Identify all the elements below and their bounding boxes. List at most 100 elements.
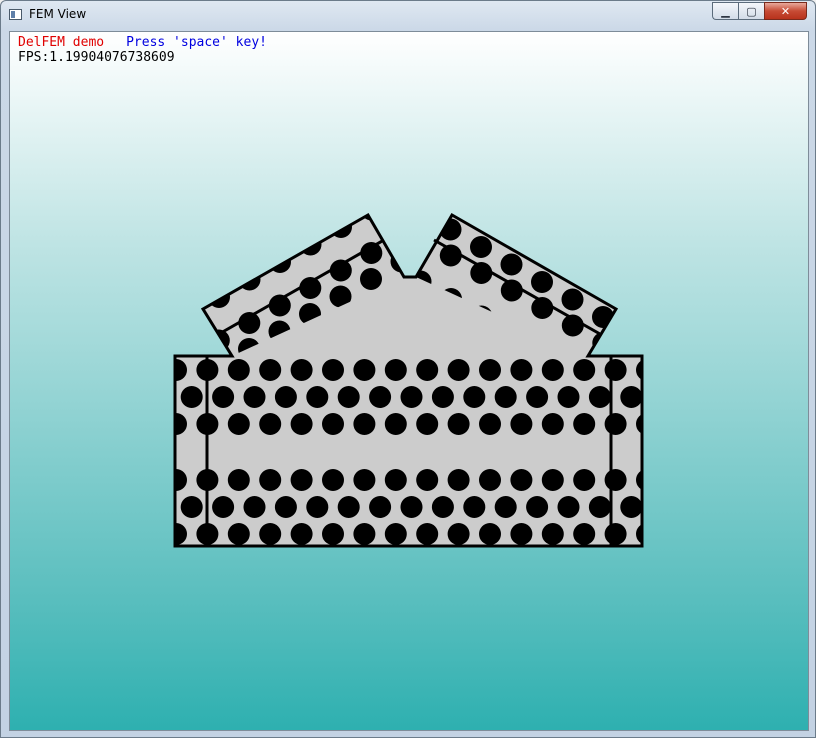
hole [416,413,439,435]
hole [384,523,407,545]
hole [541,359,564,381]
hole [421,207,443,229]
fem-view-window: FEM View ▁ ▢ ✕ DelFEM demo Press 'space'… [0,0,816,738]
minimize-button[interactable]: ▁ [712,2,738,20]
hole [573,413,596,435]
hole [573,523,596,545]
hole [391,181,413,203]
hole [322,359,344,381]
hole [463,496,486,518]
hole [526,386,549,408]
hole [654,411,676,433]
instruction-text: Press 'space' key! [126,35,267,50]
title-bar[interactable]: FEM View ▁ ▢ ✕ [1,1,815,29]
hole [557,386,580,408]
hole [526,496,549,518]
hole [243,386,266,408]
hole [479,523,501,545]
hole [290,413,313,435]
hole [369,496,392,518]
hole [636,414,642,434]
hole [416,523,439,545]
hole [259,469,282,491]
hole [306,386,329,408]
hole [180,496,203,518]
hole [353,413,376,435]
hole [684,385,706,407]
close-icon: ✕ [780,4,791,18]
hole [400,496,423,518]
hole [494,386,517,408]
hole [422,164,444,186]
hole [227,523,250,545]
hole [604,523,627,545]
hole [510,469,533,491]
hole [337,496,360,518]
hole [494,496,517,518]
window-app-icon[interactable] [9,9,22,20]
hole [322,469,344,491]
hole [227,469,250,491]
hole [369,386,392,408]
hole [620,386,642,408]
hole [227,359,250,381]
maximize-icon: ▢ [746,4,757,18]
hole [390,224,404,247]
hole [353,359,376,381]
hole [259,359,282,381]
hole [416,469,439,491]
hole [636,470,642,490]
hole [470,236,492,258]
hole [322,523,344,545]
hud-line-1: DelFEM demo Press 'space' key! [18,35,267,50]
hole [561,288,584,311]
hole [479,469,501,491]
hole [604,413,627,435]
hole [384,469,407,491]
hole [290,359,313,381]
hole [510,359,533,381]
hole [290,469,313,491]
demo-label: DelFEM demo [18,35,105,50]
hole [604,469,627,491]
hole [510,413,533,435]
hole [541,523,564,545]
hole [353,523,376,545]
hole [500,253,523,276]
hole [684,359,706,381]
hole [400,386,423,408]
maximize-button[interactable]: ▢ [738,2,764,20]
hole [274,496,297,518]
hole [384,359,407,381]
hole [636,524,642,544]
hole [652,496,674,518]
fem-mesh-scene[interactable] [10,32,808,730]
hole [604,359,627,381]
hole [259,413,282,435]
hole [243,496,266,518]
hole [290,523,313,545]
hole [212,496,235,518]
hole [653,341,675,363]
hole [623,324,645,346]
hole [180,386,203,408]
hole [447,359,470,381]
opengl-viewport[interactable]: DelFEM demo Press 'space' key! FPS:1.1990… [9,31,809,731]
hole [447,469,470,491]
hole [652,386,674,408]
hole [479,413,501,435]
window-title: FEM View [29,7,87,21]
hole [274,386,297,408]
hole [510,523,533,545]
hole [416,215,431,223]
mesh-body [175,215,642,546]
deformed-mesh [173,164,706,548]
hole [588,496,611,518]
hole [416,227,432,249]
hole [353,469,376,491]
hole [447,523,470,545]
hole [463,386,486,408]
hole [541,469,564,491]
hole [653,367,675,389]
close-button[interactable]: ✕ [764,2,807,20]
